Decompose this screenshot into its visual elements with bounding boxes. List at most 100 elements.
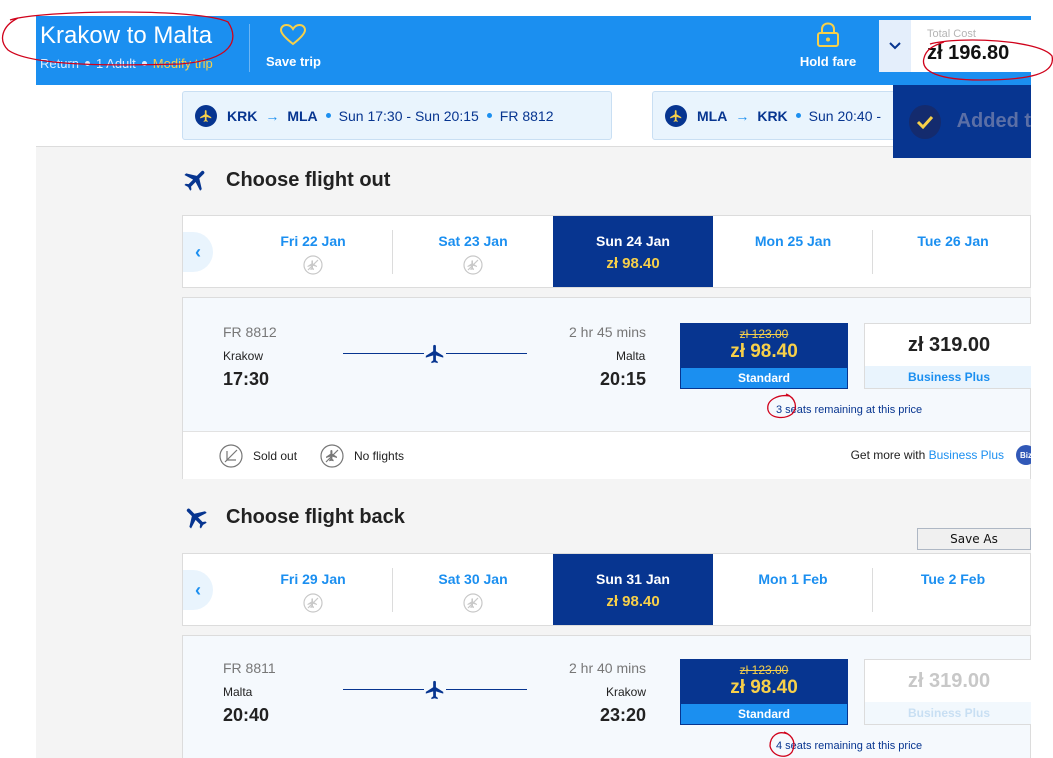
original-price: zł 123.00 [739, 663, 789, 677]
outbound-summary[interactable]: KRK → MLA Sun 17:30 - Sun 20:15 FR 8812 [182, 91, 612, 140]
no-flights-icon [463, 593, 483, 613]
separator-dot [141, 61, 147, 66]
outbound-origin-code: KRK [227, 107, 258, 124]
outbound-day-5[interactable]: Tue 26 Jan [873, 216, 1031, 287]
outbound-times: Sun 17:30 - Sun 20:15 [338, 107, 479, 124]
trip-type: Return [40, 56, 80, 71]
day-label: Sun 31 Jan [596, 571, 670, 587]
standard-fare-button[interactable]: zł 123.00 zł 98.40 Standard [680, 323, 848, 389]
flight-number: FR 8812 [223, 324, 277, 340]
flight-number: FR 8811 [223, 660, 276, 676]
arrow-right-icon: → [265, 107, 280, 124]
day-price: zł 98.40 [606, 593, 660, 610]
departure-time: 17:30 [223, 369, 270, 389]
day-label: Mon 1 Feb [758, 571, 828, 587]
return-heading: Choose flight back [182, 503, 405, 531]
get-more-text: Get more with [850, 448, 926, 462]
added-to-trip-toast: Added t [893, 85, 1031, 158]
sold-out-icon [219, 444, 243, 468]
return-date-carousel: ‹ Fri 29 Jan Sat 30 Jan Sun 31 Jan zł 98… [182, 553, 1031, 626]
legend-no-flights: No flights [320, 444, 404, 468]
heart-icon [280, 24, 306, 46]
plane-icon [424, 343, 446, 365]
separator-dot [795, 113, 801, 118]
return-day-2[interactable]: Sat 30 Jan [393, 554, 553, 625]
day-label: Fri 29 Jan [280, 571, 346, 587]
no-flights-icon [463, 255, 483, 275]
fare-legend: Sold out No flights Get more with Busine… [183, 431, 1031, 479]
day-label: Tue 26 Jan [917, 233, 989, 249]
toast-text: Added t [956, 110, 1031, 132]
return-origin-code: MLA [697, 107, 728, 124]
no-flights-icon [320, 444, 344, 468]
business-plus-badge: Biz [1016, 445, 1031, 465]
flight-duration: 2 hr 40 mins [569, 660, 647, 676]
standard-price: zł 98.40 [730, 677, 798, 698]
return-day-4[interactable]: Mon 1 Feb [713, 554, 873, 625]
no-flights-icon [303, 593, 323, 613]
passenger-count: 1 Adult [96, 56, 136, 71]
trip-details: Return 1 Adult Modify trip [40, 56, 213, 71]
return-day-3-selected[interactable]: Sun 31 Jan zł 98.40 [553, 554, 713, 625]
outbound-heading-text: Choose flight out [226, 168, 391, 191]
flight-details: FR 8812 2 hr 45 mins Krakow Malta 17:30 … [183, 298, 1031, 431]
outbound-day-3-selected[interactable]: Sun 24 Jan zł 98.40 [553, 216, 713, 287]
day-label: Fri 22 Jan [280, 233, 346, 249]
separator-dot [85, 61, 91, 66]
previous-dates-button[interactable]: ‹ [183, 570, 213, 610]
outbound-day-4[interactable]: Mon 25 Jan [713, 216, 873, 287]
booking-page: Krakow to Malta Return 1 Adult Modify tr… [36, 16, 1031, 758]
header-divider [249, 24, 250, 72]
return-destination-code: KRK [757, 107, 788, 124]
lock-icon [817, 22, 839, 47]
outbound-day-2[interactable]: Sat 23 Jan [393, 216, 553, 287]
check-icon [909, 104, 941, 139]
outbound-destination-code: MLA [287, 107, 318, 124]
save-as-button[interactable]: Save As [917, 528, 1031, 550]
departure-time: 20:40 [223, 705, 270, 725]
hold-fare-button[interactable]: Hold fare [798, 22, 858, 69]
modify-trip-link[interactable]: Modify trip [153, 56, 213, 71]
flight-summary-strip: KRK → MLA Sun 17:30 - Sun 20:15 FR 8812 … [36, 85, 1031, 147]
outbound-flight-number: FR 8812 [499, 107, 554, 124]
standard-fare-button[interactable]: zł 123.00 zł 98.40 Standard [680, 659, 848, 725]
save-trip-label: Save trip [266, 54, 321, 69]
outbound-heading: Choose flight out [182, 166, 390, 194]
day-label: Sun 24 Jan [596, 233, 670, 249]
business-plus-price: zł 319.00 [907, 334, 991, 356]
standard-fare-label: Standard [681, 704, 847, 724]
origin-city: Krakow [223, 349, 264, 363]
day-label: Mon 25 Jan [754, 233, 832, 249]
save-trip-button[interactable]: Save trip [266, 24, 326, 69]
total-cost-value: zł 196.80 [927, 42, 1010, 64]
plane-icon [186, 508, 207, 529]
standard-fare-label: Standard [681, 368, 847, 388]
outbound-day-1[interactable]: Fri 22 Jan [233, 216, 393, 287]
plane-icon [424, 679, 446, 701]
arrow-right-icon: → [735, 107, 750, 124]
destination-city: Malta [616, 349, 646, 363]
separator-dot [325, 113, 331, 118]
chevron-down-icon[interactable] [879, 20, 911, 72]
business-plus-fare-button[interactable]: zł 319.00 Business Plus [864, 659, 1031, 725]
seats-remaining-note: 3 seats remaining at this price [776, 404, 923, 416]
flight-details: FR 8811 2 hr 40 mins Malta Krakow 20:40 … [183, 636, 1031, 758]
flight-duration: 2 hr 45 mins [569, 324, 647, 340]
day-label: Sat 23 Jan [438, 233, 508, 249]
get-more-promo: Get more with Business Plus [851, 448, 1004, 462]
business-plus-fare-button[interactable]: zł 319.00 Business Plus [864, 323, 1031, 389]
business-plus-label: Business Plus [865, 366, 1031, 388]
return-day-1[interactable]: Fri 29 Jan [233, 554, 393, 625]
legend-no-flights-label: No flights [354, 449, 405, 463]
no-flights-icon [303, 255, 323, 275]
arrival-time: 23:20 [600, 705, 647, 725]
business-plus-price: zł 319.00 [907, 670, 991, 692]
return-day-5[interactable]: Tue 2 Feb [873, 554, 1031, 625]
return-flight-card: FR 8811 2 hr 40 mins Malta Krakow 20:40 … [182, 635, 1031, 758]
outbound-date-carousel: ‹ Fri 22 Jan Sat 23 Jan Sun 24 Jan zł 98… [182, 215, 1031, 288]
business-plus-label: Business Plus [865, 702, 1031, 724]
previous-dates-button[interactable]: ‹ [183, 232, 213, 272]
legend-sold-out-label: Sold out [253, 449, 298, 463]
legend-sold-out: Sold out [219, 444, 297, 468]
business-plus-link[interactable]: Business Plus [929, 448, 1004, 462]
